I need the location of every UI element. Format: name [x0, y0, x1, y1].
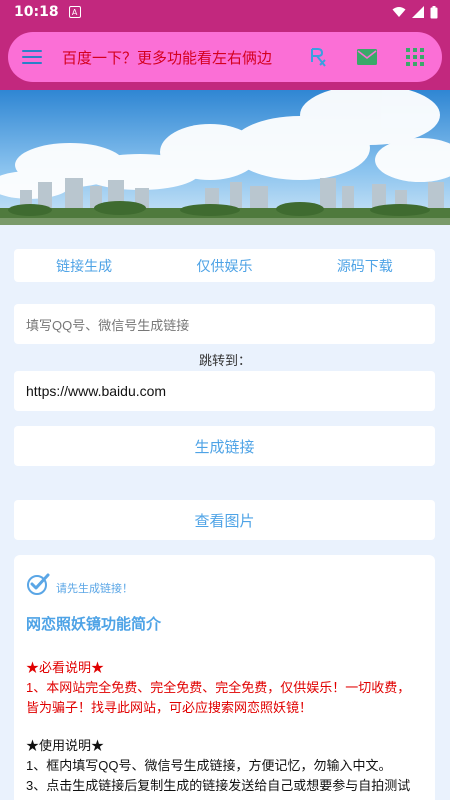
must-read-block: ★必看说明★ 1、本网站完全免费、完全免费、完全免费，仅供娱乐！一切收费，皆为骗…	[26, 658, 423, 718]
jump-label: 跳转到：	[198, 353, 251, 368]
menu-icon[interactable]	[22, 50, 42, 64]
top-nav-bar: 百度一下？更多功能看左右俩边	[8, 32, 442, 82]
mail-icon[interactable]	[354, 44, 380, 70]
usage-item-1: 1、框内填写QQ号、微信号生成链接，方便记忆，勿输入中文。	[26, 758, 392, 773]
usage-item-3: 3、点击生成链接后复制生成的链接发送给自己或想要参与自拍测试	[26, 778, 411, 793]
wifi-icon	[392, 7, 406, 17]
signal-icon	[412, 6, 424, 18]
notification-icon: A	[68, 6, 81, 18]
view-images-button[interactable]: 查看图片	[14, 500, 435, 540]
intro-title: 网恋照妖镜功能简介	[26, 616, 162, 633]
must-read-text: 1、本网站完全免费、完全免费、完全免费，仅供娱乐！一切收费，皆为骗子！找寻此网站…	[26, 680, 411, 715]
tab-link-generate[interactable]: 链接生成	[14, 256, 154, 276]
notice-text: 请先生成链接！	[56, 583, 133, 595]
banner-image	[0, 90, 450, 225]
status-time: 10:18	[14, 4, 59, 20]
rx-icon[interactable]	[306, 44, 332, 70]
info-card: 请先生成链接！ 网恋照妖镜功能简介 ★必看说明★ 1、本网站完全免费、完全免费、…	[14, 555, 435, 800]
notice-row: 请先生成链接！	[26, 567, 423, 601]
tab-entertainment[interactable]: 仅供娱乐	[154, 256, 294, 276]
usage-block: ★使用说明★ 1、框内填写QQ号、微信号生成链接，方便记忆，勿输入中文。 3、点…	[26, 736, 423, 796]
must-read-title: ★必看说明★	[26, 660, 105, 675]
status-icons	[392, 5, 438, 19]
generate-link-button[interactable]: 生成链接	[14, 426, 435, 466]
status-bar: 10:18 A	[0, 0, 450, 24]
usage-title: ★使用说明★	[26, 738, 105, 753]
nav-icons	[306, 44, 428, 70]
tab-bar: 链接生成 仅供娱乐 源码下载	[14, 249, 435, 282]
grid-icon[interactable]	[402, 44, 428, 70]
nav-title: 百度一下？更多功能看左右俩边	[62, 49, 273, 67]
qq-input[interactable]: 填写QQ号、微信号生成链接	[14, 304, 435, 344]
tab-source-download[interactable]: 源码下载	[295, 256, 435, 276]
url-input[interactable]: https://www.baidu.com	[14, 371, 435, 411]
battery-icon	[430, 5, 438, 18]
check-circle-icon	[27, 573, 50, 595]
